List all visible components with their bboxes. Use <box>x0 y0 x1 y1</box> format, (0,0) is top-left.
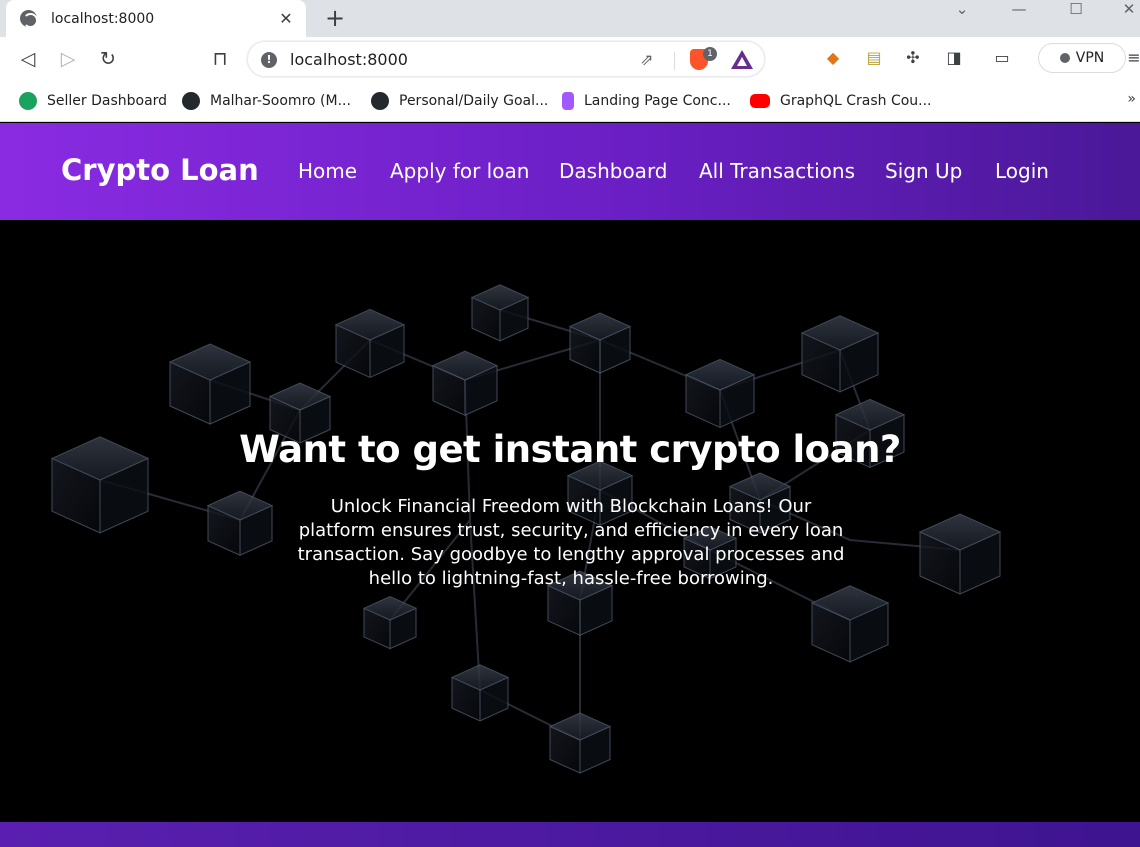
bookmark-item[interactable]: Landing Page Conc... <box>562 91 731 111</box>
forward-icon[interactable]: ▷ <box>56 47 80 71</box>
seller-icon <box>19 92 37 110</box>
nav-sign-up[interactable]: Sign Up <box>885 159 962 183</box>
notes-extension-icon[interactable]: ▤ <box>864 48 884 68</box>
nav-dashboard[interactable]: Dashboard <box>559 159 668 183</box>
tab-close-button[interactable]: ✕ <box>276 9 296 28</box>
bookmark-item[interactable]: Personal/Daily Goal... <box>371 91 548 111</box>
youtube-icon <box>750 94 770 108</box>
tab-search-icon[interactable]: ⌄ <box>947 0 977 20</box>
bookmark-label: Seller Dashboard <box>47 93 168 109</box>
github-icon <box>182 92 200 110</box>
vpn-button[interactable]: VPN <box>1038 43 1126 73</box>
hero-title: Want to get instant crypto loan? <box>239 428 901 471</box>
close-window-button[interactable]: ✕ <box>1114 0 1140 20</box>
bookmark-label: Malhar-Soomro (M... <box>210 93 351 109</box>
vpn-status-icon <box>1059 53 1070 63</box>
back-icon[interactable]: ◁ <box>16 47 40 71</box>
hero-description: Unlock Financial Freedom with Blockchain… <box>297 496 845 589</box>
figma-icon <box>562 92 574 110</box>
url-text[interactable]: localhost:8000 <box>290 50 408 69</box>
nav-all-transactions[interactable]: All Transactions <box>699 159 855 183</box>
brave-rewards-icon[interactable] <box>731 50 753 69</box>
site-info-icon[interactable]: ! <box>261 52 277 68</box>
maximize-button[interactable]: ☐ <box>1061 0 1091 20</box>
bookmark-item[interactable]: Malhar-Soomro (M... <box>182 91 351 111</box>
nav-login[interactable]: Login <box>995 159 1049 183</box>
bookmark-label: GraphQL Crash Cou... <box>780 93 932 109</box>
tab-title: localhost:8000 <box>51 10 155 27</box>
bookmark-label: Landing Page Conc... <box>584 93 731 109</box>
browser-toolbar: ◁ ▷ ↻ ⊓ ! localhost:8000 ⇗ 1 ◆ ▤ ✣ ◨ ▭ V… <box>0 37 1140 81</box>
footer-band <box>0 822 1140 847</box>
address-bar[interactable]: ! localhost:8000 ⇗ 1 <box>247 41 765 77</box>
share-icon[interactable]: ⇗ <box>640 50 653 69</box>
sidebar-icon[interactable]: ◨ <box>944 48 964 68</box>
github-icon <box>371 92 389 110</box>
new-tab-button[interactable]: + <box>322 4 348 32</box>
metamask-icon[interactable]: ◆ <box>823 48 843 68</box>
extensions-icon[interactable]: ✣ <box>903 48 923 68</box>
site-header: Crypto Loan Home Apply for loan Dashboar… <box>0 123 1140 220</box>
bookmark-item[interactable]: GraphQL Crash Cou... <box>750 91 932 111</box>
divider <box>674 52 675 70</box>
vpn-label: VPN <box>1075 50 1105 66</box>
reload-icon[interactable]: ↻ <box>96 47 120 71</box>
wallet-icon[interactable]: ▭ <box>992 48 1012 68</box>
site-logo[interactable]: Crypto Loan <box>61 153 259 187</box>
bookmark-icon[interactable]: ⊓ <box>208 47 232 71</box>
browser-tabstrip: localhost:8000 ✕ + ⌄ — ☐ ✕ <box>0 0 1140 37</box>
more-bookmarks-icon[interactable]: » <box>1127 91 1136 107</box>
hero-section: Want to get instant crypto loan? Unlock … <box>0 220 1140 822</box>
bookmark-item[interactable]: Seller Dashboard <box>19 91 167 111</box>
bookmarks-bar: Seller Dashboard Malhar-Soomro (M... Per… <box>0 81 1140 122</box>
browser-tab[interactable]: localhost:8000 ✕ <box>6 0 306 37</box>
nav-home[interactable]: Home <box>298 159 357 183</box>
minimize-button[interactable]: — <box>1004 0 1034 20</box>
menu-icon[interactable]: ≡ <box>1124 48 1140 68</box>
nav-apply-for-loan[interactable]: Apply for loan <box>390 159 529 183</box>
bookmark-label: Personal/Daily Goal... <box>399 93 549 109</box>
globe-icon <box>20 10 38 28</box>
shields-count-badge: 1 <box>703 47 717 61</box>
